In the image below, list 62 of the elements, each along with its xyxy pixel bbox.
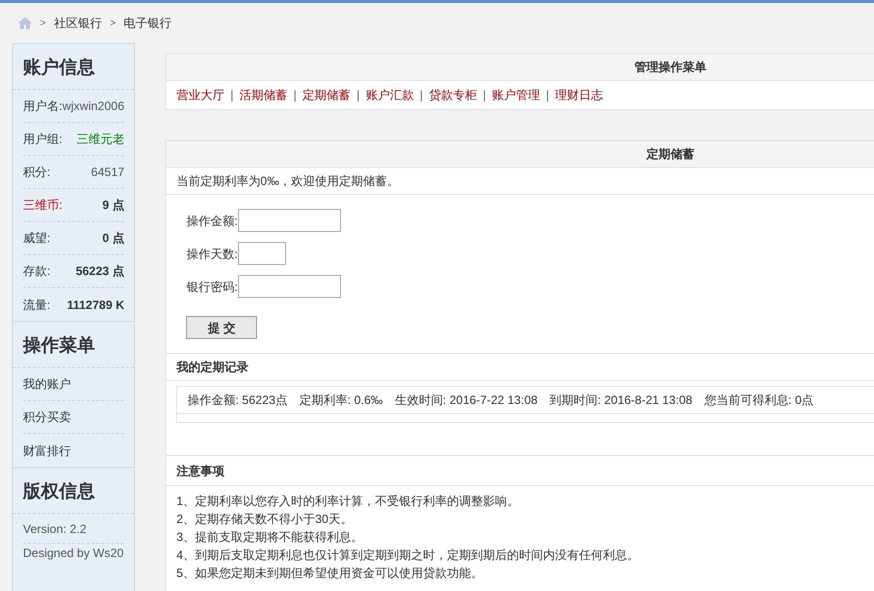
menu-link[interactable]: 账户管理 [492, 86, 540, 104]
record-text: 操作金额: 56223点 [187, 392, 288, 409]
input-field[interactable] [238, 275, 341, 298]
field-value: 56223 点 [76, 263, 124, 280]
copyright-text: Designed by Ws20 [23, 545, 124, 562]
menu-link[interactable]: 贷款专柜 [428, 86, 477, 104]
breadcrumb-separator: > [110, 16, 116, 30]
field-value: 三维元老 [76, 131, 124, 148]
link-separator: | [482, 87, 486, 104]
menu-link[interactable]: 财富排行 [23, 442, 71, 460]
submit-button[interactable]: 提 交 [186, 316, 258, 339]
breadcrumb-link[interactable]: 电子银行 [124, 14, 172, 32]
menu-link[interactable]: 理财日志 [555, 86, 604, 104]
section-heading: 注意事项 [176, 462, 224, 480]
home-icon[interactable] [18, 17, 32, 29]
breadcrumb-separator: > [40, 16, 46, 30]
input-field[interactable] [238, 242, 286, 265]
field-label: 存款: [23, 263, 50, 280]
menu-link[interactable]: 活期储蓄 [240, 86, 288, 104]
field-value: 64517 [91, 164, 124, 181]
breadcrumb-link[interactable]: 社区银行 [54, 14, 102, 32]
link-separator: | [356, 87, 360, 104]
menu-link[interactable]: 账户汇款 [366, 86, 414, 104]
record-text: 您当前可得利息: 0点 [704, 392, 814, 409]
field-value: 0 点 [102, 230, 124, 247]
copyright-text: Version: 2.2 [23, 520, 86, 538]
field-label: 用户组: [23, 131, 62, 148]
link-separator: | [294, 87, 297, 104]
section-title: 版权信息 [13, 468, 134, 514]
menu-link[interactable]: 营业大厅 [176, 86, 224, 104]
link-separator: | [546, 87, 550, 104]
input-field[interactable] [238, 209, 341, 232]
record-text: 定期利率: 0.6‰ [299, 392, 383, 409]
section-title: 操作菜单 [13, 322, 134, 368]
field-label: 操作天数: [186, 246, 238, 262]
record-text: 生效时间: 2016-7-22 13:08 [394, 392, 538, 409]
note-text: 1、定期利率以您存入时的利率计算，不受银行利率的调整影响。 [176, 493, 520, 510]
menu-link[interactable]: 我的账户 [23, 375, 71, 393]
field-label: 用户名: [23, 98, 62, 115]
menu-link[interactable]: 积分买卖 [23, 408, 71, 426]
field-label: 积分: [23, 164, 50, 181]
note-text: 5、如果您定期未到期但希望使用资金可以使用贷款功能。 [176, 565, 484, 582]
record-text: 到期时间: 2016-8-21 13:08 [550, 392, 692, 409]
menu-link[interactable]: 定期储蓄 [302, 86, 351, 104]
panel-header: 定期储蓄 [166, 141, 874, 168]
field-label: 流量: [23, 296, 50, 314]
field-value: 1112789 K [66, 296, 124, 314]
section-title: 账户信息 [13, 44, 134, 90]
field-value: 9 点 [102, 197, 124, 214]
field-label: 操作金额: [186, 212, 238, 230]
note-text: 2、定期存储天数不得小于30天。 [176, 511, 354, 528]
note-text: 4、到期后支取定期利息也仅计算到定期到期之时，定期到期后的时间内没有任何利息。 [176, 547, 640, 564]
panel-header: 管理操作菜单 [166, 54, 874, 81]
section-heading: 我的定期记录 [176, 359, 248, 376]
field-label: 银行密码: [186, 278, 238, 296]
note-text: 3、提前支取定期将不能获得利息。 [176, 529, 364, 546]
link-separator: | [230, 87, 234, 104]
field-value: wjxwin2006 [62, 98, 124, 115]
field-label: 威望: [23, 230, 50, 247]
field-label: 三维币: [23, 197, 62, 214]
notice-text: 当前定期利率为0‰，欢迎使用定期储蓄。 [176, 173, 400, 190]
link-separator: | [420, 87, 423, 104]
